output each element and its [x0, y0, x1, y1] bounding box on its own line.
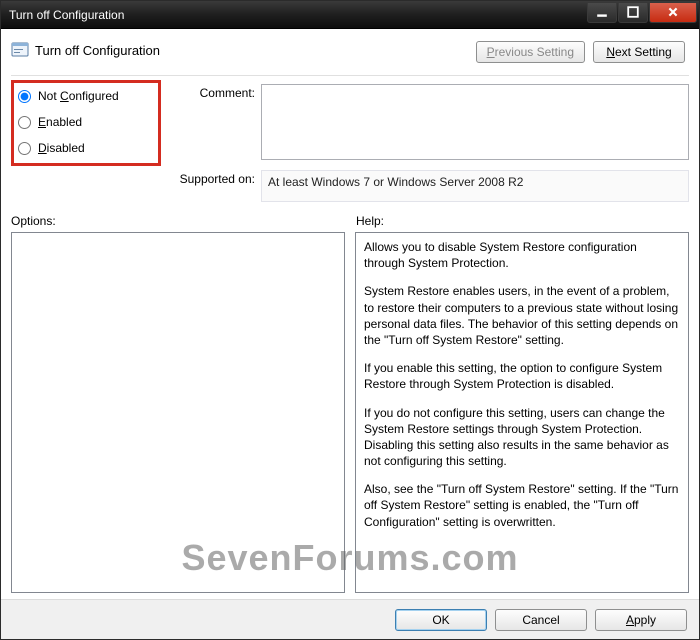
client-area: Turn off Configuration Previous Setting …	[1, 29, 699, 599]
divider	[11, 75, 689, 76]
options-label: Options:	[11, 214, 350, 228]
radio-enabled-input[interactable]	[18, 116, 31, 129]
panel-labels: Options: Help:	[11, 214, 689, 228]
cancel-button[interactable]: Cancel	[495, 609, 587, 631]
ok-button[interactable]: OK	[395, 609, 487, 631]
help-paragraph: Also, see the "Turn off System Restore" …	[364, 481, 680, 530]
gpedit-policy-window: Turn off Configuration Turn off Configur…	[0, 0, 700, 640]
close-button[interactable]	[649, 3, 697, 23]
apply-button[interactable]: Apply	[595, 609, 687, 631]
help-paragraph: If you enable this setting, the option t…	[364, 360, 680, 392]
help-paragraph: Allows you to disable System Restore con…	[364, 239, 680, 271]
window-title: Turn off Configuration	[9, 8, 586, 22]
dialog-footer: OK Cancel Apply	[1, 599, 699, 639]
radio-disabled-input[interactable]	[18, 142, 31, 155]
help-paragraph: System Restore enables users, in the eve…	[364, 283, 680, 348]
panels: Allows you to disable System Restore con…	[11, 232, 689, 593]
radio-not-configured[interactable]: Not Configured	[16, 89, 154, 103]
state-radio-group: Not Configured Enabled Disabled	[11, 80, 161, 166]
supported-on-text: At least Windows 7 or Windows Server 200…	[261, 170, 689, 202]
supported-on-label: Supported on:	[167, 170, 255, 186]
next-setting-button[interactable]: Next Setting	[593, 41, 685, 63]
options-panel[interactable]	[11, 232, 345, 593]
help-panel[interactable]: Allows you to disable System Restore con…	[355, 232, 689, 593]
minimize-button[interactable]	[587, 3, 617, 23]
policy-title: Turn off Configuration	[35, 43, 160, 58]
previous-setting-button[interactable]: Previous Setting	[476, 41, 585, 63]
titlebar[interactable]: Turn off Configuration	[1, 1, 699, 29]
comment-label: Comment:	[167, 84, 255, 100]
comment-textarea[interactable]	[261, 84, 689, 160]
radio-enabled[interactable]: Enabled	[16, 115, 154, 129]
radio-not-configured-input[interactable]	[18, 90, 31, 103]
radio-not-configured-label: Not Configured	[38, 89, 119, 103]
maximize-button[interactable]	[618, 3, 648, 23]
radio-disabled[interactable]: Disabled	[16, 141, 154, 155]
radio-enabled-label: Enabled	[38, 115, 82, 129]
settings-grid: Not Configured Enabled Disabled Comment:…	[11, 84, 689, 202]
radio-disabled-label: Disabled	[38, 141, 85, 155]
help-paragraph: If you do not configure this setting, us…	[364, 405, 680, 470]
policy-header: Turn off Configuration Previous Setting …	[11, 37, 689, 63]
help-label: Help:	[350, 214, 689, 228]
help-text: Allows you to disable System Restore con…	[364, 239, 680, 530]
policy-icon	[11, 41, 29, 59]
window-controls	[586, 3, 697, 23]
